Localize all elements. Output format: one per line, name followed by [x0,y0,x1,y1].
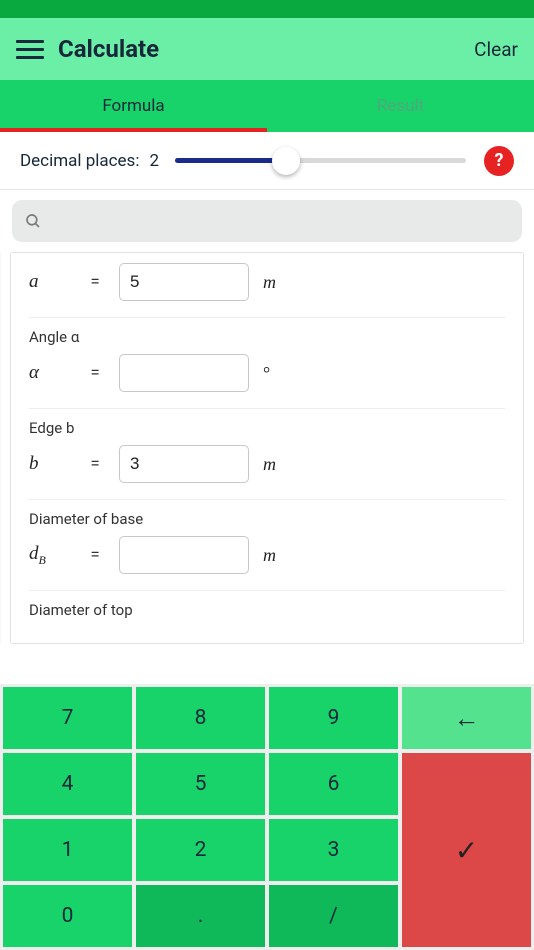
clear-button[interactable]: Clear [474,38,518,61]
decimal-label: Decimal places: [20,151,139,171]
field-angle-alpha: Angle α α = ° [29,318,505,409]
search-row [0,190,534,252]
field-diameter-base: Diameter of base dB = m [29,500,505,591]
key-slash[interactable]: / [269,885,398,947]
field-edge-b: Edge b b = m [29,409,505,500]
key-8[interactable]: 8 [136,687,265,749]
field-label: Angle α [29,328,505,346]
key-9[interactable]: 9 [269,687,398,749]
decimal-value: 2 [149,151,159,171]
status-bar [0,0,534,18]
field-unit: ° [263,363,270,384]
key-enter[interactable]: ✓ [402,753,531,947]
field-symbol: a [29,271,71,293]
tab-result[interactable]: Result [267,80,534,132]
field-unit: m [263,545,276,566]
key-1[interactable]: 1 [3,819,132,881]
menu-icon[interactable] [16,35,44,63]
page-title: Calculate [58,35,474,63]
content-area: a = m Angle α α = ° Edge b b = m [0,252,534,644]
search-icon [24,212,42,230]
field-input-b[interactable] [119,445,249,483]
decimal-places-row: Decimal places: 2 ? [0,132,534,190]
tab-indicator [0,128,267,132]
key-4[interactable]: 4 [3,753,132,815]
field-unit: m [263,272,276,293]
equals-sign: = [85,545,105,565]
key-backspace[interactable]: ← [402,687,531,749]
help-button[interactable]: ? [484,146,514,176]
key-2[interactable]: 2 [136,819,265,881]
tab-formula[interactable]: Formula [0,80,267,132]
field-label: Diameter of base [29,510,505,528]
key-dot[interactable]: . [136,885,265,947]
search-input[interactable] [12,200,522,242]
field-symbol: b [29,453,71,475]
field-input-a[interactable] [119,263,249,301]
tab-bar: Formula Result [0,80,534,132]
key-3[interactable]: 3 [269,819,398,881]
field-input-db[interactable] [119,536,249,574]
key-6[interactable]: 6 [269,753,398,815]
key-0[interactable]: 0 [3,885,132,947]
equals-sign: = [85,454,105,474]
key-5[interactable]: 5 [136,753,265,815]
field-unit: m [263,454,276,475]
key-7[interactable]: 7 [3,687,132,749]
field-label: Diameter of top [29,601,505,619]
field-label: Edge b [29,419,505,437]
field-input-alpha[interactable] [119,354,249,392]
field-a: a = m [29,253,505,318]
field-diameter-top: Diameter of top [29,591,505,643]
field-symbol: dB [29,543,71,568]
app-bar: Calculate Clear [0,18,534,80]
equals-sign: = [85,272,105,292]
fields-card: a = m Angle α α = ° Edge b b = m [10,252,524,644]
decimal-slider[interactable] [175,146,466,176]
keypad: 7 8 9 ← 4 5 6 ✓ 1 2 3 0 . / [0,684,534,950]
field-symbol: α [29,362,71,384]
equals-sign: = [85,363,105,383]
